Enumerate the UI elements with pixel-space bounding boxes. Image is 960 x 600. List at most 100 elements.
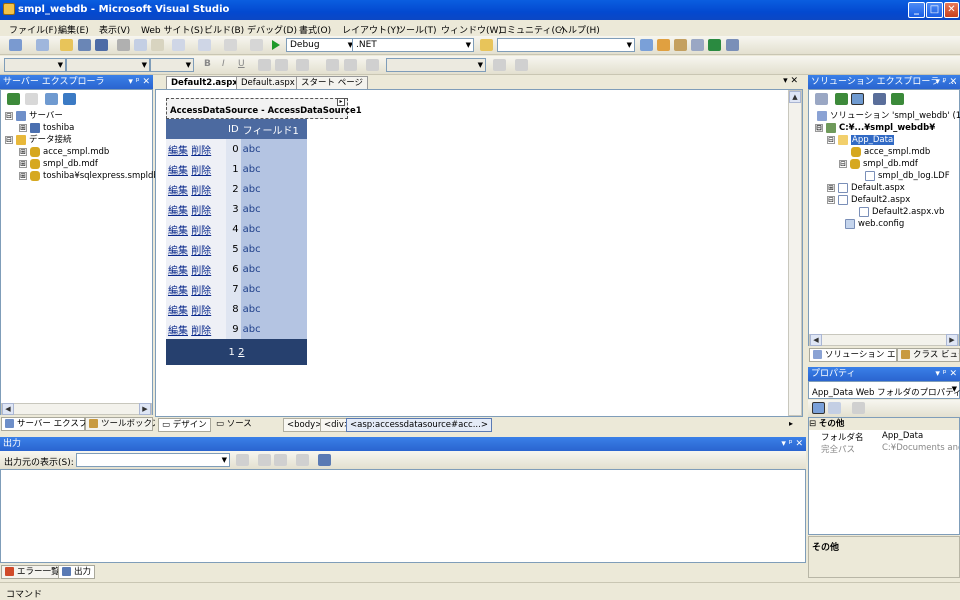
tree-item-smpl-db-log[interactable]: smpl_db_log.LDF	[865, 170, 950, 182]
italic-button[interactable]: I	[222, 59, 225, 69]
expand-icon[interactable]: ⊞	[19, 147, 27, 156]
toolbox-icon[interactable]	[691, 39, 704, 51]
go-next-icon[interactable]	[274, 454, 287, 466]
tree-item-web-config[interactable]: web.config	[845, 218, 904, 230]
tree-item-servers[interactable]: ⊟ サーバー	[5, 110, 63, 122]
foreground-color-icon[interactable]	[258, 59, 271, 71]
panel-controls[interactable]: ▾ ᵖ ✕	[935, 367, 957, 381]
pager-page-link[interactable]: 2	[238, 347, 244, 358]
tree-item-solution[interactable]: ソリューション 'smpl_webdb' (1 プロジ	[817, 110, 960, 122]
navigate-forward-icon[interactable]	[250, 39, 263, 51]
align-icon[interactable]	[296, 59, 309, 71]
add-item-icon[interactable]	[36, 39, 49, 51]
menu-format[interactable]: 書式(O)	[299, 23, 331, 36]
collapse-icon[interactable]: ⊟	[827, 135, 835, 144]
menu-window[interactable]: ウィンドウ(W)	[441, 23, 502, 36]
configuration-combo[interactable]: Debug ▼	[286, 38, 356, 52]
delete-link[interactable]: 削除	[191, 266, 211, 277]
collapse-icon[interactable]: ⊟	[809, 419, 819, 429]
edit-link[interactable]: 編集	[168, 266, 188, 277]
source-view-tab[interactable]: ▭ ソース	[213, 418, 255, 432]
menu-website[interactable]: Web サイト(S)	[141, 23, 203, 36]
numbered-list-icon[interactable]	[326, 59, 339, 71]
editor-close-controls[interactable]: ▾ ✕	[783, 76, 798, 86]
properties-icon[interactable]	[674, 39, 687, 51]
menu-build[interactable]: ビルド(B)	[204, 23, 244, 36]
redo-icon[interactable]	[198, 39, 211, 51]
clear-all-icon[interactable]	[296, 454, 309, 466]
menu-community[interactable]: コミュニティ(C)	[498, 23, 565, 36]
scroll-right-icon[interactable]: ▶	[946, 334, 958, 346]
start-debug-icon[interactable]	[272, 40, 280, 50]
bold-button[interactable]: B	[204, 59, 211, 69]
save-all-icon[interactable]	[95, 39, 108, 51]
horizontal-scrollbar[interactable]: ◀ ▶	[1, 403, 152, 415]
menu-help[interactable]: ヘルプ(H)	[559, 23, 600, 36]
tree-item-app-data[interactable]: ⊟ App_Data	[827, 134, 895, 146]
collapse-icon[interactable]: ⊟	[827, 195, 835, 204]
menu-debug[interactable]: デバッグ(D)	[247, 23, 297, 36]
categorized-icon[interactable]	[812, 402, 825, 414]
tree-item-acce-smpl[interactable]: ⊞ acce_smpl.mdb	[19, 146, 109, 158]
background-color-icon[interactable]	[275, 59, 288, 71]
edit-link[interactable]: 編集	[168, 186, 188, 197]
smart-tag-icon[interactable]: ▸	[337, 98, 345, 106]
new-project-icon[interactable]	[9, 39, 22, 51]
expand-icon[interactable]: ⊞	[19, 159, 27, 168]
tree-item-default2-aspx[interactable]: ⊟ Default2.aspx	[827, 194, 910, 206]
tab-error-list[interactable]: エラー一覧	[1, 565, 64, 579]
bulleted-list-icon[interactable]	[344, 59, 357, 71]
properties-icon[interactable]	[815, 93, 828, 105]
property-row[interactable]: フォルダ名 App_Data	[819, 431, 959, 442]
tree-item-smpl-db[interactable]: ⊞ smpl_db.mdf	[19, 158, 98, 170]
underline-button[interactable]: U	[238, 59, 245, 69]
output-text-area[interactable]	[0, 469, 806, 563]
new-style-icon[interactable]	[493, 59, 506, 71]
find-icon[interactable]	[640, 39, 653, 51]
delete-link[interactable]: 削除	[191, 226, 211, 237]
style-application-icon[interactable]	[366, 59, 379, 71]
tree-item-smpl-db[interactable]: ⊟ smpl_db.mdf	[839, 158, 918, 170]
tree-item-acce-smpl[interactable]: acce_smpl.mdb	[851, 146, 930, 158]
find-combo[interactable]: ▼	[497, 38, 635, 52]
delete-link[interactable]: 削除	[191, 286, 211, 297]
tab-server-explorer[interactable]: サーバー エクスプ...	[1, 417, 95, 431]
copy-icon[interactable]	[134, 39, 147, 51]
start-page-icon[interactable]	[726, 39, 739, 51]
alphabetical-icon[interactable]	[828, 402, 841, 414]
expand-icon[interactable]: ⊞	[19, 171, 27, 180]
view-code-icon[interactable]	[873, 93, 886, 105]
horizontal-scrollbar[interactable]: ◀ ▶	[809, 334, 959, 346]
tree-item-toshiba[interactable]: ⊞ toshiba	[19, 122, 74, 134]
scroll-left-icon[interactable]: ◀	[810, 334, 822, 346]
tab-default2-aspx[interactable]: Default2.aspx	[166, 76, 243, 90]
paste-icon[interactable]	[151, 39, 164, 51]
properties-object-combo[interactable]: App_Data Web フォルダのプロパティ ▼	[808, 381, 960, 399]
vertical-scrollbar[interactable]: ▲	[788, 90, 802, 416]
property-category[interactable]: ⊟ その他	[809, 418, 959, 430]
view-designer-icon[interactable]	[891, 93, 904, 105]
menu-tools[interactable]: ツール(T)	[397, 23, 437, 36]
save-icon[interactable]	[78, 39, 91, 51]
property-pages-icon[interactable]	[852, 402, 865, 414]
tab-class-view[interactable]: クラス ビュー	[897, 348, 960, 362]
show-all-files-icon[interactable]	[851, 93, 864, 105]
cut-icon[interactable]	[117, 39, 130, 51]
maximize-button[interactable]: □	[926, 2, 943, 18]
stop-refresh-icon[interactable]	[25, 93, 38, 105]
collapse-icon[interactable]: ⊟	[5, 135, 13, 144]
collapse-icon[interactable]: ⊟	[839, 159, 847, 168]
refresh-icon[interactable]	[7, 93, 20, 105]
tab-start-page[interactable]: スタート ページ	[296, 76, 369, 90]
attach-stylesheet-icon[interactable]	[515, 59, 528, 71]
tree-item-project[interactable]: ⊟ C:¥...¥smpl_webdb¥	[815, 122, 935, 134]
object-browser-icon[interactable]	[708, 39, 721, 51]
tab-solution-explorer[interactable]: ソリューション エクス...	[809, 348, 897, 362]
edit-link[interactable]: 編集	[168, 326, 188, 337]
delete-link[interactable]: 削除	[191, 166, 211, 177]
connect-database-icon[interactable]	[45, 93, 58, 105]
scroll-right-icon[interactable]: ▶	[139, 403, 151, 415]
go-previous-icon[interactable]	[258, 454, 271, 466]
edit-link[interactable]: 編集	[168, 146, 188, 157]
access-datasource-control[interactable]: AccessDataSource - AccessDataSource1 ▸	[166, 98, 362, 119]
